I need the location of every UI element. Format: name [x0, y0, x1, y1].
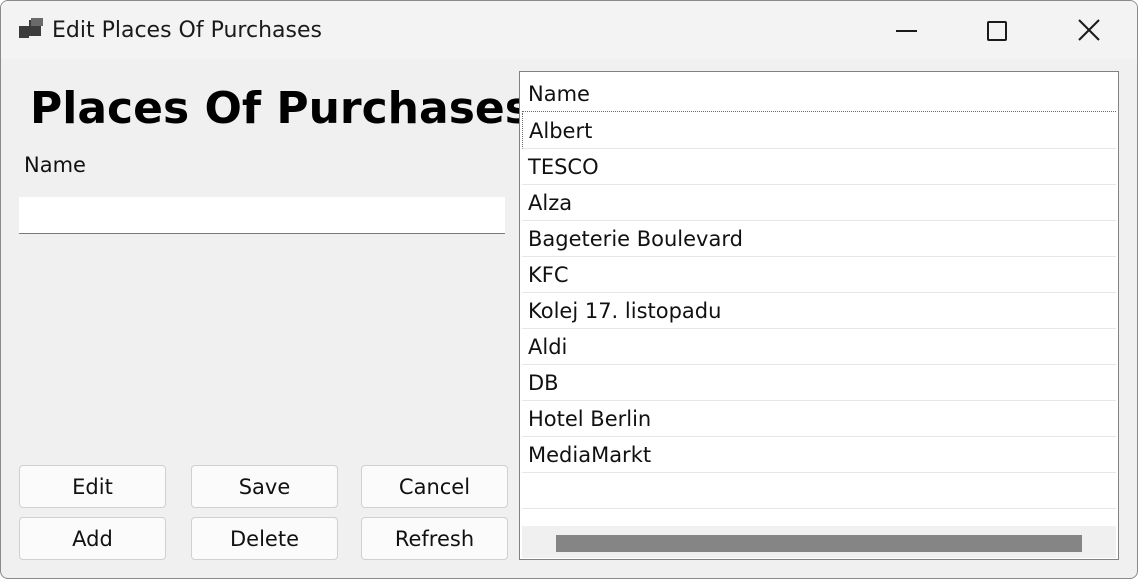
maximize-button[interactable]: [953, 1, 1043, 59]
list-item[interactable]: KFC: [522, 257, 1116, 293]
empty-row: [522, 473, 1116, 509]
app-window-icon: [19, 18, 45, 42]
cancel-button[interactable]: Cancel: [361, 465, 508, 508]
app-window: Edit Places Of Purchases Places Of Purch…: [0, 0, 1138, 579]
add-button[interactable]: Add: [19, 517, 166, 560]
list-item[interactable]: Albert: [522, 113, 1116, 149]
window-title: Edit Places Of Purchases: [52, 18, 322, 43]
list-item[interactable]: DB: [522, 365, 1116, 401]
name-label: Name: [24, 153, 86, 177]
minimize-button[interactable]: [863, 1, 953, 59]
minimize-icon: [896, 30, 917, 32]
list-item[interactable]: Alza: [522, 185, 1116, 221]
delete-button[interactable]: Delete: [191, 517, 338, 560]
close-button[interactable]: [1045, 1, 1135, 59]
column-header-name[interactable]: Name: [522, 74, 1116, 112]
list-item[interactable]: Kolej 17. listopadu: [522, 293, 1116, 329]
name-input[interactable]: [19, 197, 505, 234]
list-item[interactable]: MediaMarkt: [522, 437, 1116, 473]
edit-button[interactable]: Edit: [19, 465, 166, 508]
list-item[interactable]: Aldi: [522, 329, 1116, 365]
list-item[interactable]: Hotel Berlin: [522, 401, 1116, 437]
close-icon: [1078, 19, 1100, 41]
maximize-icon: [987, 21, 1007, 41]
list-item[interactable]: TESCO: [522, 149, 1116, 185]
save-button[interactable]: Save: [191, 465, 338, 508]
places-list[interactable]: Name Albert TESCO Alza Bageterie Bouleva…: [519, 71, 1119, 560]
list-body: Albert TESCO Alza Bageterie Boulevard KF…: [522, 113, 1116, 509]
page-title: Places Of Purchases: [30, 83, 531, 134]
list-item[interactable]: Bageterie Boulevard: [522, 221, 1116, 257]
horizontal-scrollbar[interactable]: [522, 526, 1116, 558]
scrollbar-thumb[interactable]: [556, 535, 1082, 552]
refresh-button[interactable]: Refresh: [361, 517, 508, 560]
title-bar[interactable]: Edit Places Of Purchases: [1, 1, 1137, 59]
